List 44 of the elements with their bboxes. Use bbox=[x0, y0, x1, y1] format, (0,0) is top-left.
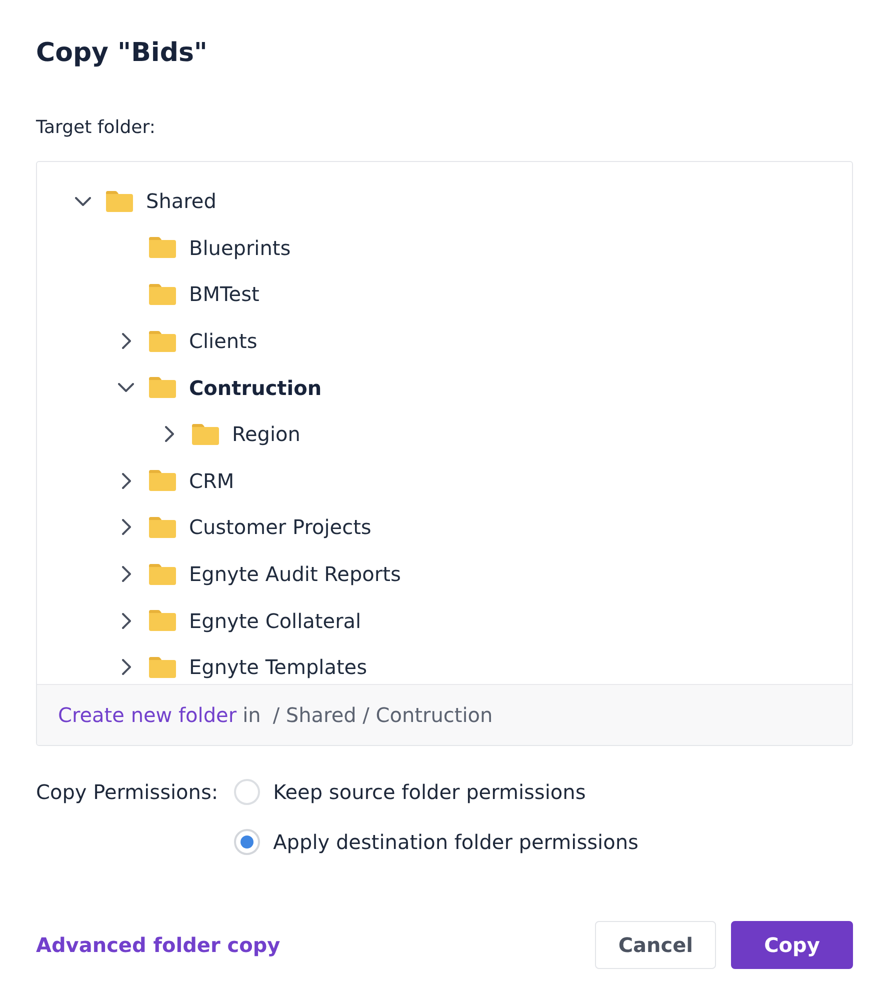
folder-name[interactable]: Clients bbox=[189, 328, 258, 354]
chevron-icon[interactable] bbox=[164, 426, 174, 442]
folder-icon bbox=[149, 516, 176, 538]
radio-button-icon[interactable] bbox=[234, 779, 260, 805]
folder-name[interactable]: Egnyte Audit Reports bbox=[189, 561, 401, 588]
folder-name[interactable]: CRM bbox=[189, 468, 234, 494]
folder-icon bbox=[149, 470, 176, 492]
permission-option[interactable]: Keep source folder permissions bbox=[234, 779, 638, 805]
permission-option[interactable]: Apply destination folder permissions bbox=[234, 829, 638, 855]
permissions-label: Copy Permissions: bbox=[36, 779, 218, 805]
folder-icon bbox=[106, 190, 133, 212]
radio-button-icon[interactable] bbox=[234, 829, 260, 855]
folder-name[interactable]: Egnyte Collateral bbox=[189, 608, 362, 634]
dialog-title: Copy "Bids" bbox=[36, 37, 208, 70]
folder-path: / Shared / Contruction bbox=[272, 703, 493, 727]
cancel-button[interactable]: Cancel bbox=[595, 921, 716, 969]
folder-name[interactable]: Customer Projects bbox=[189, 514, 372, 540]
target-folder-label: Target folder: bbox=[36, 116, 156, 140]
folder-icon bbox=[192, 424, 219, 445]
folder-name[interactable]: Contruction bbox=[189, 374, 322, 401]
chevron-icon[interactable] bbox=[122, 472, 130, 489]
chevron-icon[interactable] bbox=[122, 333, 130, 350]
folder-icon bbox=[149, 284, 176, 305]
folder-name[interactable]: Region bbox=[232, 421, 300, 448]
chevron-icon[interactable] bbox=[118, 383, 134, 392]
copy-button[interactable]: Copy bbox=[731, 921, 853, 969]
advanced-copy-link[interactable]: Advanced folder copy bbox=[36, 933, 280, 957]
folder-icon bbox=[149, 237, 176, 258]
folder-icon bbox=[149, 610, 176, 632]
folder-name[interactable]: Shared bbox=[146, 188, 216, 214]
folder-name[interactable]: Egnyte Templates bbox=[189, 654, 368, 680]
folder-name[interactable]: Blueprints bbox=[189, 234, 291, 261]
chevron-icon[interactable] bbox=[122, 659, 130, 676]
footer-text: in bbox=[242, 703, 261, 727]
folder-icon bbox=[149, 377, 176, 398]
chevron-icon[interactable] bbox=[122, 612, 130, 629]
folder-icon bbox=[149, 564, 176, 585]
folder-name[interactable]: BMTest bbox=[189, 281, 260, 308]
chevron-icon[interactable] bbox=[122, 566, 130, 582]
folder-icon bbox=[149, 330, 176, 352]
chevron-icon[interactable] bbox=[122, 519, 130, 536]
create-folder-link[interactable]: Create new folder bbox=[58, 703, 237, 727]
chevron-icon[interactable] bbox=[75, 196, 91, 206]
folder-icon bbox=[149, 656, 176, 678]
